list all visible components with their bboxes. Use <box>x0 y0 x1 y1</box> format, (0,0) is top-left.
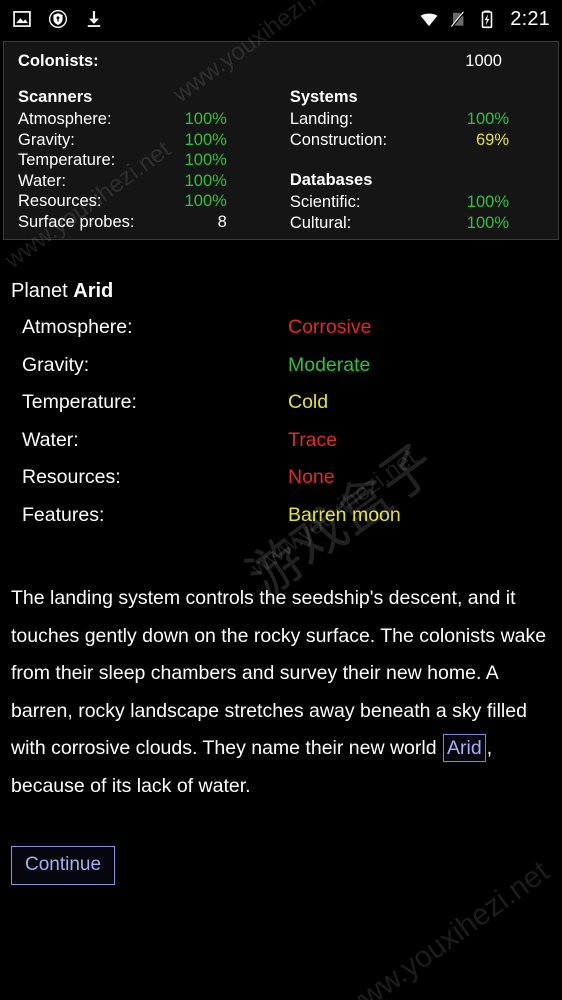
stat-value: 100% <box>184 192 227 210</box>
wifi-icon <box>419 9 439 29</box>
shield-keyhole-icon <box>48 9 68 29</box>
stat-row-atmosphere: Atmosphere: 100% <box>18 109 281 130</box>
stat-row-landing: Landing: 100% <box>290 109 544 130</box>
planet-value: Moderate <box>288 353 371 376</box>
status-bar-clock: 2:21 <box>510 7 550 30</box>
planet-label: Atmosphere: <box>22 316 133 338</box>
app-screen: 2:21 Colonists: 1000 Scanners Atmosphere… <box>0 0 562 1000</box>
stat-value: 100% <box>184 130 227 149</box>
download-icon <box>84 9 104 29</box>
stat-value: 100% <box>184 171 227 190</box>
stat-label: Water: <box>18 171 66 190</box>
planet-value: Cold <box>288 391 329 413</box>
stat-value: 100% <box>466 110 509 128</box>
stat-row-resources: Resources: 100% <box>18 191 281 212</box>
planet-name-input[interactable]: Arid <box>443 734 486 762</box>
status-bar-right-icons: 2:21 <box>419 8 550 31</box>
scanners-heading: Scanners <box>18 88 93 106</box>
status-bar-left-icons <box>12 9 104 29</box>
stat-row-temperature: Temperature: 100% <box>18 150 281 171</box>
planet-row-water: Water: Trace <box>0 429 562 467</box>
continue-button[interactable]: Continue <box>11 846 116 885</box>
planet-label: Resources: <box>22 466 121 488</box>
watermark: www.youxihezi.net <box>336 854 556 1000</box>
colonists-row: Colonists: 1000 <box>18 52 544 71</box>
stat-label: Surface probes: <box>18 212 135 231</box>
planet-row-temperature: Temperature: Cold <box>0 391 562 429</box>
planet-row-resources: Resources: None <box>0 466 562 504</box>
planet-row-atmosphere: Atmosphere: Corrosive <box>0 316 562 354</box>
planet-value: Corrosive <box>288 316 372 338</box>
systems-databases-column: Systems Landing: 100% Construction: 69% … <box>281 87 544 233</box>
stats-columns: Scanners Atmosphere: 100% Gravity: 100% … <box>18 87 544 233</box>
stat-row-cultural: Cultural: 100% <box>290 213 544 234</box>
stat-label: Gravity: <box>18 130 75 149</box>
stat-row-scientific: Scientific: 100% <box>290 192 544 213</box>
planet-summary: Planet Arid Atmosphere: Corrosive Gravit… <box>0 278 562 541</box>
stat-row-construction: Construction: 69% <box>290 130 544 151</box>
stat-value: 69% <box>475 130 509 149</box>
ship-stats-panel: Colonists: 1000 Scanners Atmosphere: 100… <box>3 41 559 240</box>
planet-title: Planet Arid <box>0 278 562 304</box>
planet-value: Trace <box>288 428 338 451</box>
stat-row-gravity: Gravity: 100% <box>18 130 281 151</box>
stat-label: Atmosphere: <box>18 110 112 128</box>
planet-label: Features: <box>22 503 105 526</box>
stat-label: Resources: <box>18 192 102 210</box>
stat-label: Temperature: <box>18 151 116 169</box>
colonists-label: Colonists: <box>18 52 99 70</box>
stat-row-water: Water: 100% <box>18 171 281 192</box>
status-bar: 2:21 <box>0 0 562 38</box>
planet-title-prefix: Planet <box>11 280 74 302</box>
planet-row-gravity: Gravity: Moderate <box>0 354 562 392</box>
narrative-text: The landing system controls the seedship… <box>0 580 562 805</box>
image-icon <box>12 9 32 29</box>
column-spacer <box>290 150 544 170</box>
planet-row-features: Features: Barren moon <box>0 504 562 542</box>
stat-value: 100% <box>184 151 227 169</box>
stat-value: 100% <box>466 213 509 232</box>
systems-heading: Systems <box>289 88 358 106</box>
stat-row-surface-probes: Surface probes: 8 <box>18 212 281 233</box>
planet-value: None <box>288 466 335 488</box>
stat-label: Construction: <box>289 130 388 149</box>
colonists-value: 1000 <box>465 52 502 70</box>
planet-label: Water: <box>22 428 79 451</box>
stat-value: 8 <box>217 212 227 231</box>
stat-label: Landing: <box>289 110 354 128</box>
stat-value: 100% <box>466 193 509 211</box>
planet-label: Gravity: <box>22 353 90 376</box>
stat-label: Cultural: <box>289 213 352 232</box>
stat-label: Scientific: <box>289 193 361 211</box>
stat-value: 100% <box>184 110 227 128</box>
databases-heading: Databases <box>289 171 373 189</box>
scanners-column: Scanners Atmosphere: 100% Gravity: 100% … <box>18 87 281 233</box>
planet-name: Arid <box>73 280 114 302</box>
planet-value: Barren moon <box>288 503 401 526</box>
no-sim-icon <box>448 9 468 29</box>
battery-charging-icon <box>477 9 497 29</box>
planet-label: Temperature: <box>22 391 137 413</box>
